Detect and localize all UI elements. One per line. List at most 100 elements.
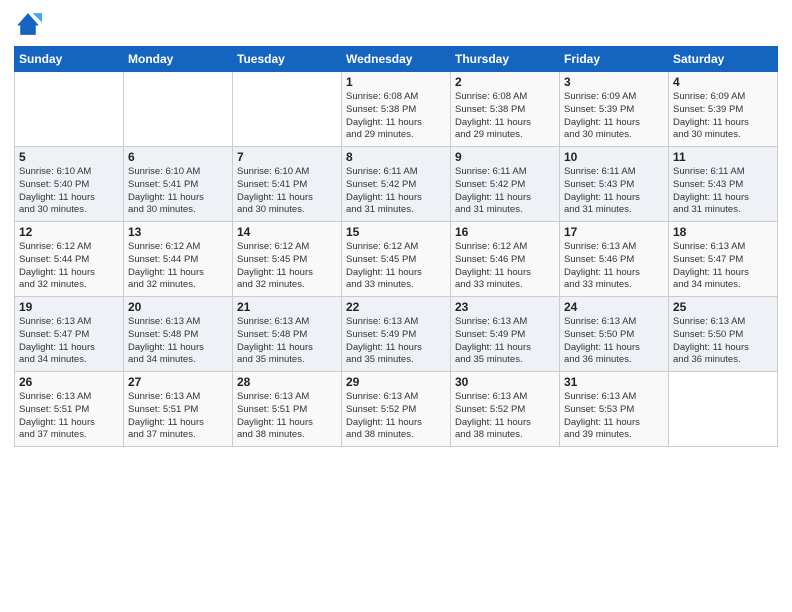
calendar-cell-3-3: 22Sunrise: 6:13 AMSunset: 5:49 PMDayligh… xyxy=(342,297,451,372)
day-number: 1 xyxy=(346,75,446,89)
day-info: Sunrise: 6:12 AMSunset: 5:44 PMDaylight:… xyxy=(128,241,228,292)
day-number: 14 xyxy=(237,225,337,239)
day-number: 26 xyxy=(19,375,119,389)
weekday-header-tuesday: Tuesday xyxy=(233,47,342,72)
day-info: Sunrise: 6:12 AMSunset: 5:45 PMDaylight:… xyxy=(346,241,446,292)
calendar-cell-0-3: 1 Sunrise: 6:08 AMSunset: 5:38 PMDaylight… xyxy=(342,72,451,147)
calendar-cell-0-4: 2Sunrise: 6:08 AMSunset: 5:38 PMDaylight… xyxy=(451,72,560,147)
day-info: Sunrise: 6:10 AMSunset: 5:41 PMDaylight:… xyxy=(237,166,337,217)
day-info: Sunrise: 6:12 AMSunset: 5:46 PMDaylight:… xyxy=(455,241,555,292)
calendar-week-4: 19 Sunrise: 6:13 AMSunset: 5:47 PMDayligh… xyxy=(15,297,778,372)
day-number: 7 xyxy=(237,150,337,164)
day-info: Sunrise: 6:13 AMSunset: 5:47 PMDaylight:… xyxy=(19,316,119,367)
weekday-header-monday: Monday xyxy=(124,47,233,72)
day-number: 28 xyxy=(237,375,337,389)
day-info: Sunrise: 6:12 AMSunset: 5:45 PMDaylight:… xyxy=(237,241,337,292)
day-info: Sunrise: 6:13 AMSunset: 5:50 PMDaylight:… xyxy=(673,316,773,367)
calendar-cell-1-2: 7 Sunrise: 6:10 AMSunset: 5:41 PMDaylight… xyxy=(233,147,342,222)
day-info: Sunrise: 6:10 AMSunset: 5:40 PMDaylight:… xyxy=(19,166,119,217)
day-info: Sunrise: 6:13 AMSunset: 5:51 PMDaylight:… xyxy=(128,391,228,442)
day-info: Sunrise: 6:11 AMSunset: 5:43 PMDaylight:… xyxy=(564,166,664,217)
day-info: Sunrise: 6:09 AMSunset: 5:39 PMDaylight:… xyxy=(673,91,773,142)
calendar-cell-4-4: 30Sunrise: 6:13 AMSunset: 5:52 PMDayligh… xyxy=(451,372,560,447)
day-info: Sunrise: 6:11 AMSunset: 5:42 PMDaylight:… xyxy=(455,166,555,217)
day-number: 31 xyxy=(564,375,664,389)
day-info: Sunrise: 6:13 AMSunset: 5:48 PMDaylight:… xyxy=(237,316,337,367)
calendar-cell-3-4: 23 Sunrise: 6:13 AMSunset: 5:49 PMDayligh… xyxy=(451,297,560,372)
calendar-cell-4-6 xyxy=(669,372,778,447)
day-info: Sunrise: 6:11 AMSunset: 5:43 PMDaylight:… xyxy=(673,166,773,217)
day-number: 20 xyxy=(128,300,228,314)
calendar-cell-2-0: 12Sunrise: 6:12 AMSunset: 5:44 PMDayligh… xyxy=(15,222,124,297)
day-number: 5 xyxy=(19,150,119,164)
day-info: Sunrise: 6:13 AMSunset: 5:50 PMDaylight:… xyxy=(564,316,664,367)
calendar-cell-1-1: 6Sunrise: 6:10 AMSunset: 5:41 PMDaylight… xyxy=(124,147,233,222)
day-number: 23 xyxy=(455,300,555,314)
day-number: 6 xyxy=(128,150,228,164)
day-info: Sunrise: 6:12 AMSunset: 5:44 PMDaylight:… xyxy=(19,241,119,292)
calendar: SundayMondayTuesdayWednesdayThursdayFrid… xyxy=(14,46,778,447)
calendar-cell-1-6: 11 Sunrise: 6:11 AMSunset: 5:43 PMDayligh… xyxy=(669,147,778,222)
calendar-cell-4-3: 29 Sunrise: 6:13 AMSunset: 5:52 PMDayligh… xyxy=(342,372,451,447)
day-info: Sunrise: 6:13 AMSunset: 5:52 PMDaylight:… xyxy=(346,391,446,442)
weekday-header-row: SundayMondayTuesdayWednesdayThursdayFrid… xyxy=(15,47,778,72)
day-number: 21 xyxy=(237,300,337,314)
calendar-week-5: 26 Sunrise: 6:13 AMSunset: 5:51 PMDayligh… xyxy=(15,372,778,447)
calendar-cell-3-5: 24 Sunrise: 6:13 AMSunset: 5:50 PMDayligh… xyxy=(560,297,669,372)
day-number: 8 xyxy=(346,150,446,164)
calendar-cell-2-6: 18Sunrise: 6:13 AMSunset: 5:47 PMDayligh… xyxy=(669,222,778,297)
day-info: Sunrise: 6:13 AMSunset: 5:48 PMDaylight:… xyxy=(128,316,228,367)
day-number: 16 xyxy=(455,225,555,239)
logo xyxy=(14,10,44,38)
day-info: Sunrise: 6:11 AMSunset: 5:42 PMDaylight:… xyxy=(346,166,446,217)
day-number: 17 xyxy=(564,225,664,239)
day-number: 3 xyxy=(564,75,664,89)
day-number: 11 xyxy=(673,150,773,164)
calendar-cell-4-1: 27 Sunrise: 6:13 AMSunset: 5:51 PMDayligh… xyxy=(124,372,233,447)
day-info: Sunrise: 6:08 AMSunset: 5:38 PMDaylight:… xyxy=(346,91,446,142)
calendar-cell-2-2: 14 Sunrise: 6:12 AMSunset: 5:45 PMDayligh… xyxy=(233,222,342,297)
header xyxy=(14,10,778,38)
weekday-header-sunday: Sunday xyxy=(15,47,124,72)
calendar-cell-3-2: 21 Sunrise: 6:13 AMSunset: 5:48 PMDayligh… xyxy=(233,297,342,372)
calendar-cell-1-4: 9Sunrise: 6:11 AMSunset: 5:42 PMDaylight… xyxy=(451,147,560,222)
day-number: 18 xyxy=(673,225,773,239)
day-number: 2 xyxy=(455,75,555,89)
calendar-cell-4-5: 31 Sunrise: 6:13 AMSunset: 5:53 PMDayligh… xyxy=(560,372,669,447)
calendar-week-3: 12Sunrise: 6:12 AMSunset: 5:44 PMDayligh… xyxy=(15,222,778,297)
weekday-header-wednesday: Wednesday xyxy=(342,47,451,72)
weekday-header-friday: Friday xyxy=(560,47,669,72)
calendar-cell-0-0 xyxy=(15,72,124,147)
calendar-cell-4-2: 28 Sunrise: 6:13 AMSunset: 5:51 PMDayligh… xyxy=(233,372,342,447)
calendar-week-2: 5 Sunrise: 6:10 AMSunset: 5:40 PMDaylight… xyxy=(15,147,778,222)
day-number: 4 xyxy=(673,75,773,89)
day-info: Sunrise: 6:13 AMSunset: 5:51 PMDaylight:… xyxy=(19,391,119,442)
calendar-cell-1-5: 10 Sunrise: 6:11 AMSunset: 5:43 PMDayligh… xyxy=(560,147,669,222)
day-number: 27 xyxy=(128,375,228,389)
weekday-header-saturday: Saturday xyxy=(669,47,778,72)
day-number: 19 xyxy=(19,300,119,314)
day-number: 24 xyxy=(564,300,664,314)
day-number: 29 xyxy=(346,375,446,389)
calendar-cell-3-6: 25Sunrise: 6:13 AMSunset: 5:50 PMDayligh… xyxy=(669,297,778,372)
day-info: Sunrise: 6:13 AMSunset: 5:49 PMDaylight:… xyxy=(455,316,555,367)
calendar-cell-1-0: 5 Sunrise: 6:10 AMSunset: 5:40 PMDaylight… xyxy=(15,147,124,222)
day-info: Sunrise: 6:13 AMSunset: 5:51 PMDaylight:… xyxy=(237,391,337,442)
day-info: Sunrise: 6:09 AMSunset: 5:39 PMDaylight:… xyxy=(564,91,664,142)
calendar-cell-2-1: 13 Sunrise: 6:12 AMSunset: 5:44 PMDayligh… xyxy=(124,222,233,297)
calendar-cell-3-1: 20 Sunrise: 6:13 AMSunset: 5:48 PMDayligh… xyxy=(124,297,233,372)
calendar-cell-4-0: 26 Sunrise: 6:13 AMSunset: 5:51 PMDayligh… xyxy=(15,372,124,447)
day-number: 13 xyxy=(128,225,228,239)
day-info: Sunrise: 6:13 AMSunset: 5:46 PMDaylight:… xyxy=(564,241,664,292)
day-number: 10 xyxy=(564,150,664,164)
calendar-cell-0-6: 4 Sunrise: 6:09 AMSunset: 5:39 PMDaylight… xyxy=(669,72,778,147)
calendar-cell-1-3: 8 Sunrise: 6:11 AMSunset: 5:42 PMDaylight… xyxy=(342,147,451,222)
calendar-cell-0-2 xyxy=(233,72,342,147)
logo-icon xyxy=(14,10,42,38)
day-number: 22 xyxy=(346,300,446,314)
day-number: 30 xyxy=(455,375,555,389)
day-info: Sunrise: 6:13 AMSunset: 5:53 PMDaylight:… xyxy=(564,391,664,442)
calendar-cell-3-0: 19 Sunrise: 6:13 AMSunset: 5:47 PMDayligh… xyxy=(15,297,124,372)
calendar-cell-2-3: 15Sunrise: 6:12 AMSunset: 5:45 PMDayligh… xyxy=(342,222,451,297)
calendar-cell-0-1 xyxy=(124,72,233,147)
